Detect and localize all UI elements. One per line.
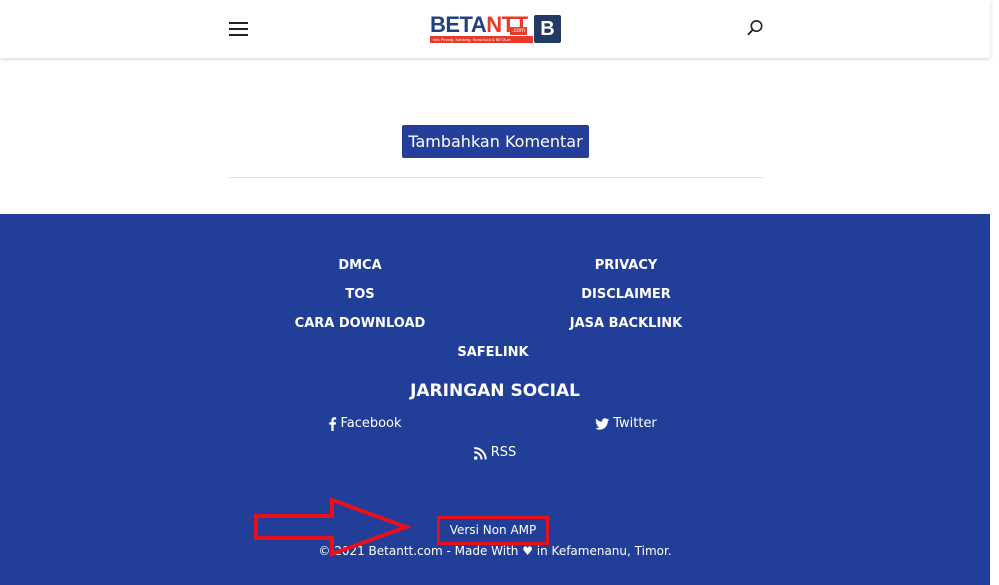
social-link-twitter[interactable]: Twitter <box>595 416 657 432</box>
social-link-facebook[interactable]: Facebook <box>328 416 402 432</box>
add-comment-button[interactable]: Tambahkan Komentar <box>402 125 589 158</box>
non-amp-version-link[interactable]: Versi Non AMP <box>437 516 549 545</box>
twitter-icon <box>595 418 610 430</box>
scrollbar[interactable] <box>990 0 999 585</box>
footer-link-jasa-backlink[interactable]: JASA BACKLINK <box>570 316 683 332</box>
footer-link-safelink[interactable]: SAFELINK <box>457 345 528 361</box>
logo-badge: B <box>534 15 561 43</box>
annotation-arrow-icon <box>254 497 412 557</box>
footer-link-dmca[interactable]: DMCA <box>338 258 381 274</box>
site-header: BETANTT .com Info Pinang, Kantong, Kura-… <box>0 0 990 58</box>
site-footer: DMCA PRIVACY TOS DISCLAIMER CARA DOWNLOA… <box>0 214 990 585</box>
social-label-rss: RSS <box>490 445 517 460</box>
article-end-section: Tambahkan Komentar <box>0 58 990 214</box>
footer-link-tos[interactable]: TOS <box>345 287 374 303</box>
search-icon[interactable] <box>746 19 764 37</box>
footer-link-disclaimer[interactable]: DISCLAIMER <box>581 287 671 303</box>
logo-beta-text: BETA <box>430 12 487 37</box>
logo-suffix: .com <box>510 27 528 35</box>
social-label-twitter: Twitter <box>613 416 657 431</box>
footer-link-privacy[interactable]: PRIVACY <box>595 258 658 274</box>
logo-tagline: Info Pinang, Kantong, Kura-Kura & BETA-e… <box>430 36 533 43</box>
social-link-rss[interactable]: RSS <box>473 445 517 461</box>
content-divider <box>228 177 764 178</box>
facebook-icon <box>329 417 337 431</box>
hamburger-menu-icon[interactable] <box>229 22 248 36</box>
social-label-facebook: Facebook <box>340 416 402 431</box>
social-section-title: JARINGAN SOCIAL <box>410 381 580 401</box>
rss-icon <box>473 446 487 460</box>
footer-link-cara-download[interactable]: CARA DOWNLOAD <box>295 316 426 332</box>
site-logo[interactable]: BETANTT .com Info Pinang, Kantong, Kura-… <box>430 13 562 45</box>
